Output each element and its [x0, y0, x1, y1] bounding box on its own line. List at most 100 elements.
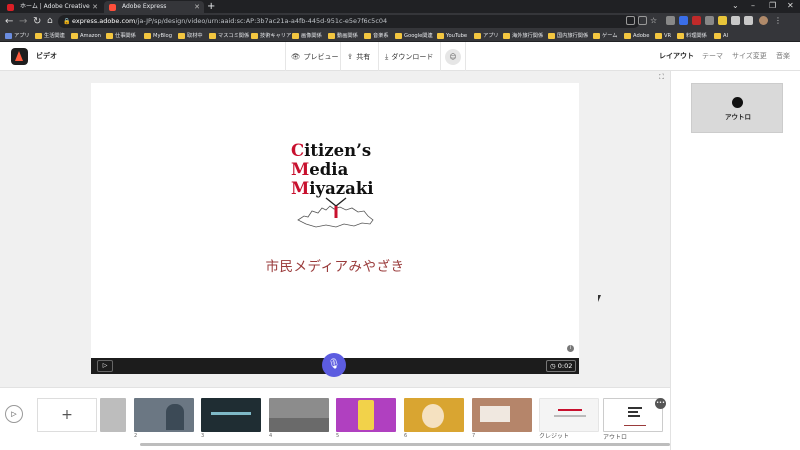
bookmark-folder[interactable]: 生活関連: [35, 31, 65, 41]
bookmark-folder[interactable]: MyBlog: [144, 31, 172, 41]
fit-screen-icon[interactable]: ⛶: [659, 73, 664, 82]
add-scene-button[interactable]: +: [37, 398, 97, 432]
share-icon: ⇪: [347, 52, 354, 61]
reload-icon[interactable]: ↻: [33, 15, 41, 28]
close-tab-icon[interactable]: ✕: [194, 1, 200, 13]
bookmark-label: アプリ: [483, 33, 499, 39]
bookmark-label: AI: [723, 33, 729, 39]
bookmark-label: 動画関係: [337, 33, 358, 39]
tab-search-icon[interactable]: ⌄: [732, 0, 739, 12]
new-tab-button[interactable]: +: [207, 1, 215, 13]
browser-tab-bar: ホーム | Adobe Creative Cloud ✕ Adobe Expre…: [0, 0, 800, 22]
info-icon[interactable]: i: [567, 345, 574, 352]
bookmark-folder[interactable]: 動画関係: [328, 31, 358, 41]
bookmark-folder[interactable]: マスコミ関係: [209, 31, 249, 41]
maximize-icon[interactable]: ❐: [769, 0, 776, 12]
slide-canvas[interactable]: Citizen’s Media Miyazaki 市民メディアみやざき: [91, 83, 579, 358]
logo-initial: M: [291, 160, 310, 179]
share-page-icon[interactable]: [638, 16, 647, 25]
tab-music[interactable]: 音楽: [776, 42, 790, 71]
scene-number: 5: [336, 433, 340, 439]
adobe-express-logo[interactable]: [11, 48, 28, 65]
scene-thumbnail[interactable]: [134, 398, 194, 432]
divider: [440, 42, 441, 71]
layout-panel: アウトロ: [670, 71, 800, 450]
bookmark-label: 料理関係: [686, 33, 707, 39]
extension-icon[interactable]: [679, 16, 688, 25]
minimize-icon[interactable]: –: [751, 0, 755, 12]
menu-kebab-icon[interactable]: ⋮: [774, 16, 783, 25]
layout-option-outro[interactable]: アウトロ: [691, 83, 783, 133]
bookmark-folder[interactable]: 料理関係: [677, 31, 707, 41]
bookmark-folder[interactable]: 音楽系: [364, 31, 389, 41]
tab-theme[interactable]: テーマ: [702, 42, 723, 71]
forward-icon[interactable]: →: [19, 15, 27, 28]
bookmark-folder[interactable]: YouTube: [437, 31, 467, 41]
scene-thumbnail[interactable]: [100, 398, 126, 432]
share-button[interactable]: ⇪ 共有: [347, 42, 370, 72]
bookmarks-bar: アプリ 生活関連 Amazon 仕事関係 MyBlog 取材中 マスコミ関係 技…: [0, 30, 800, 42]
bookmark-label: 海外旅行関係: [512, 33, 544, 39]
tab-layout[interactable]: レイアウト: [659, 42, 694, 71]
miyazaki-map-icon: [297, 197, 374, 228]
folder-icon: [251, 33, 258, 39]
scene-thumbnail[interactable]: [404, 398, 464, 432]
puzzle-icon[interactable]: [731, 16, 740, 25]
bookmark-label: MyBlog: [153, 33, 173, 39]
bookmark-folder[interactable]: Amazon: [71, 31, 101, 41]
extension-icon[interactable]: [705, 16, 714, 25]
duration-badge[interactable]: ◷ 0:02: [546, 360, 577, 372]
outro-thumbnail[interactable]: [603, 398, 663, 432]
document-title[interactable]: ビデオ: [36, 42, 57, 71]
play-all-button[interactable]: ▷: [5, 405, 23, 423]
folder-icon: [292, 33, 299, 39]
bookmark-label: Google関連: [404, 33, 433, 39]
bookmark-label: 国内旅行関係: [557, 33, 589, 39]
play-button[interactable]: ▷: [97, 360, 113, 372]
tab-resize[interactable]: サイズ変更: [732, 42, 767, 71]
extension-icon[interactable]: [692, 16, 701, 25]
scene-thumbnail[interactable]: [472, 398, 532, 432]
scene-thumbnail[interactable]: [336, 398, 396, 432]
browser-tab-creative-cloud[interactable]: ホーム | Adobe Creative Cloud ✕: [2, 1, 102, 22]
invite-people-icon[interactable]: ☺: [445, 49, 461, 65]
extension-icon[interactable]: [718, 16, 727, 25]
bookmark-star-icon[interactable]: ☆: [650, 16, 659, 25]
folder-icon: [624, 33, 631, 39]
bookmark-folder[interactable]: アプリ: [474, 31, 499, 41]
preview-button[interactable]: 👁 プレビュー: [291, 42, 339, 72]
bookmark-apps[interactable]: アプリ: [5, 31, 30, 41]
credit-label: クレジット: [539, 433, 570, 440]
bookmark-folder[interactable]: 海外旅行関係: [503, 31, 543, 41]
scene-number: 2: [134, 433, 138, 439]
close-tab-icon[interactable]: ✕: [92, 1, 98, 13]
bookmark-folder[interactable]: Adobe: [624, 31, 649, 41]
credit-thumbnail[interactable]: [539, 398, 599, 432]
bookmark-folder[interactable]: Google関連: [395, 31, 433, 41]
screenshot-icon[interactable]: [626, 16, 635, 25]
close-window-icon[interactable]: ✕: [787, 0, 794, 12]
bookmark-folder[interactable]: AI: [714, 31, 728, 41]
timeline-scrollbar[interactable]: [140, 443, 670, 446]
bookmark-folder[interactable]: 技術キャリア: [251, 31, 291, 41]
reading-list-icon[interactable]: [744, 16, 753, 25]
bookmark-folder[interactable]: ゲーム: [593, 31, 617, 41]
browser-tab-adobe-express[interactable]: Adobe Express ✕: [104, 1, 204, 13]
profile-avatar[interactable]: [759, 16, 768, 25]
download-button[interactable]: ⤓ ダウンロード: [385, 42, 433, 72]
more-options-icon[interactable]: •••: [655, 398, 666, 409]
bookmark-folder[interactable]: 画像関係: [292, 31, 322, 41]
clock-icon: ◷: [550, 362, 556, 370]
record-mic-button[interactable]: 🎙: [322, 353, 346, 377]
bookmark-folder[interactable]: VR: [655, 31, 671, 41]
bookmark-folder[interactable]: 国内旅行関係: [548, 31, 588, 41]
bookmark-folder[interactable]: 取材中: [178, 31, 203, 41]
bookmark-folder[interactable]: 仕事関係: [106, 31, 136, 41]
extension-icon[interactable]: [666, 16, 675, 25]
url-bar[interactable]: 🔒 express.adobe.com/ja-JP/sp/design/vide…: [58, 15, 640, 28]
slide-subtitle: 市民メディアみやざき: [265, 259, 405, 275]
back-icon[interactable]: ←: [5, 15, 13, 28]
scene-thumbnail[interactable]: [201, 398, 261, 432]
scene-thumbnail[interactable]: [269, 398, 329, 432]
home-icon[interactable]: ⌂: [47, 15, 53, 28]
